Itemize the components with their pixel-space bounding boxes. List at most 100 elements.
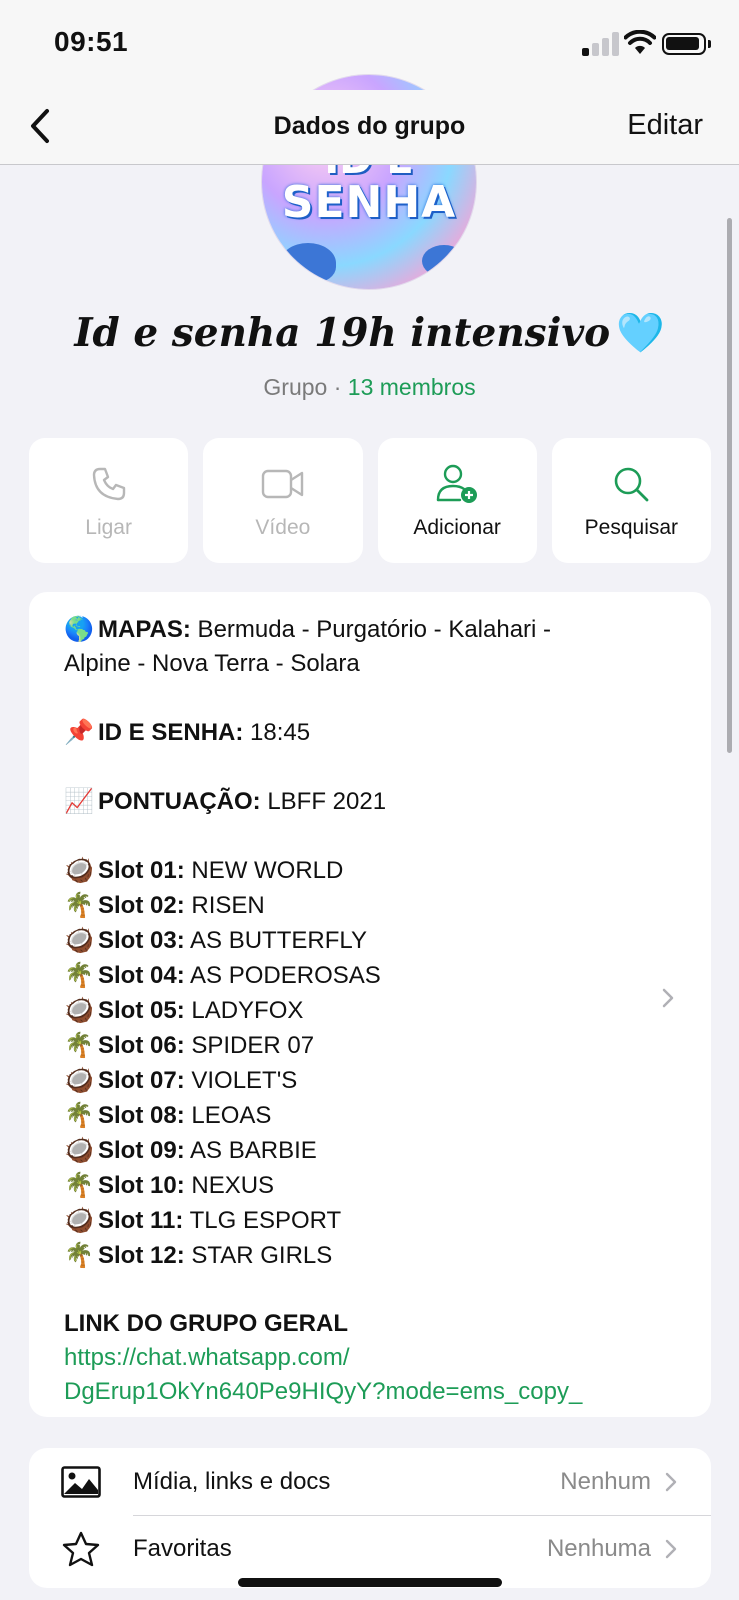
slot-team: SPIDER 07	[184, 1032, 315, 1059]
id-value: 18:45	[243, 719, 311, 746]
slot-row: 🥥 Slot 07: VIOLET'S	[64, 1063, 676, 1098]
chevron-right-icon	[665, 1539, 677, 1558]
slot-label: Slot 05:	[98, 997, 185, 1024]
slot-team: RISEN	[184, 892, 265, 919]
slot-label: Slot 10:	[98, 1172, 185, 1199]
video-button[interactable]: Vídeo	[203, 438, 363, 563]
phone-icon	[92, 467, 125, 500]
slot-label: Slot 02:	[98, 892, 185, 919]
signal-icon	[582, 32, 622, 56]
maps-line: 🌎 MAPAS: Bermuda - Purgatório - Kalahari …	[64, 612, 676, 647]
palm-tree-icon: 🌴	[64, 1171, 94, 1199]
members-link[interactable]: 13 membros	[348, 374, 476, 400]
slot-label: Slot 01:	[98, 857, 185, 884]
coconut-icon: 🥥	[64, 1206, 94, 1234]
slot-label: Slot 07:	[98, 1067, 185, 1094]
palm-tree-icon: 🌴	[64, 1101, 94, 1129]
slot-label: Slot 08:	[98, 1102, 185, 1129]
id-label: ID E SENHA:	[98, 719, 244, 746]
star-icon	[62, 1531, 100, 1566]
group-description[interactable]: 🌎 MAPAS: Bermuda - Purgatório - Kalahari …	[29, 592, 711, 1417]
chevron-right-icon[interactable]	[661, 987, 675, 1009]
coconut-icon: 🥥	[64, 1136, 94, 1164]
score-label: PONTUAÇÃO:	[98, 788, 261, 815]
maps-value: Bermuda - Purgatório - Kalahari -	[190, 616, 552, 643]
wifi-icon	[624, 30, 656, 54]
slot-label: Slot 04:	[98, 962, 185, 989]
coconut-icon: 🥥	[64, 996, 94, 1024]
starred-count: Nenhuma	[546, 1534, 651, 1562]
media-count: Nenhum	[560, 1467, 651, 1495]
slot-team: TLG ESPORT	[183, 1207, 342, 1234]
slot-team: AS BARBIE	[184, 1137, 317, 1164]
coconut-icon: 🥥	[64, 1066, 94, 1094]
video-camera-icon	[261, 469, 304, 498]
maps-line-2: Alpine - Nova Terra - Solara	[64, 650, 360, 677]
slot-team: AS BUTTERFLY	[184, 927, 367, 954]
slot-row: 🌴 Slot 10: NEXUS	[64, 1168, 676, 1203]
slot-row: 🥥 Slot 05: LADYFOX	[64, 993, 676, 1028]
slot-team: AS PODEROSAS	[184, 962, 381, 989]
slot-team: VIOLET'S	[184, 1067, 298, 1094]
slot-row: 🥥 Slot 03: AS BUTTERFLY	[64, 923, 676, 958]
call-button[interactable]: Ligar	[29, 438, 189, 563]
palm-tree-icon: 🌴	[64, 1031, 94, 1059]
video-label: Vídeo	[255, 515, 311, 539]
add-person-icon	[436, 464, 478, 503]
group-subtitle: Grupo · 13 membros	[0, 374, 739, 401]
slot-label: Slot 03:	[98, 927, 185, 954]
image-icon	[61, 1465, 101, 1498]
group-name: Id e senha 19h intensivo 🩵	[0, 310, 739, 356]
slot-team: NEW WORLD	[184, 857, 344, 884]
score-line: 📈 PONTUAÇÃO: LBFF 2021	[64, 784, 676, 819]
coconut-icon: 🥥	[64, 856, 94, 884]
search-label: Pesquisar	[584, 515, 679, 539]
avatar-character	[422, 245, 466, 277]
home-indicator[interactable]	[238, 1578, 502, 1587]
group-info-list: Mídia, links e docs Nenhum Favoritas Nen…	[29, 1448, 711, 1588]
scrollbar[interactable]	[727, 218, 732, 753]
slot-row: 🥥 Slot 01: NEW WORLD	[64, 853, 676, 888]
slot-row: 🌴 Slot 02: RISEN	[64, 888, 676, 923]
maps-label: MAPAS:	[98, 616, 191, 643]
avatar-text-main: SENHA	[281, 177, 457, 228]
group-type: Grupo	[263, 374, 328, 400]
score-value: LBFF 2021	[260, 788, 387, 815]
slot-row: 🥥 Slot 11: TLG ESPORT	[64, 1203, 676, 1238]
palm-tree-icon: 🌴	[64, 961, 94, 989]
slot-team: STAR GIRLS	[184, 1242, 333, 1269]
slot-label: Slot 06:	[98, 1032, 185, 1059]
chart-increasing-icon: 📈	[64, 787, 94, 815]
slot-team: LEOAS	[184, 1102, 272, 1129]
media-label: Mídia, links e docs	[133, 1467, 331, 1495]
group-link-line-2[interactable]: DgErup1OkYn640Pe9HIQyY?mode=ems_copy_	[64, 1375, 676, 1409]
slot-row: 🌴 Slot 04: AS PODEROSAS	[64, 958, 676, 993]
coconut-icon: 🥥	[64, 926, 94, 954]
id-line: 📌 ID E SENHA: 18:45	[64, 715, 676, 750]
edit-button[interactable]: Editar	[627, 109, 703, 142]
search-icon	[615, 467, 649, 501]
group-link-line-1[interactable]: https://chat.whatsapp.com/	[64, 1341, 676, 1375]
slot-label: Slot 11:	[98, 1207, 184, 1234]
starred-label: Favoritas	[133, 1534, 232, 1562]
heart-icon: 🩵	[616, 310, 665, 356]
avatar-character	[280, 243, 336, 283]
subtitle-separator: ·	[327, 374, 348, 400]
search-button[interactable]: Pesquisar	[551, 438, 711, 563]
chevron-right-icon	[665, 1472, 677, 1491]
add-member-label: Adicionar	[413, 515, 501, 539]
globe-icon: 🌎	[64, 615, 94, 643]
add-member-button[interactable]: Adicionar	[377, 438, 537, 563]
status-time: 09:51	[54, 26, 129, 57]
slot-row: 🌴 Slot 08: LEOAS	[64, 1098, 676, 1133]
call-label: Ligar	[85, 515, 132, 539]
link-title-text: LINK DO GRUPO GERAL	[64, 1310, 349, 1337]
slot-label: Slot 09:	[98, 1137, 185, 1164]
link-title: LINK DO GRUPO GERAL	[64, 1307, 676, 1341]
action-buttons: Ligar Vídeo Adicionar Pesquisar	[29, 438, 711, 563]
slot-team: LADYFOX	[184, 997, 304, 1024]
starred-messages-row[interactable]: Favoritas Nenhuma	[29, 1515, 711, 1582]
media-links-docs-row[interactable]: Mídia, links e docs Nenhum	[29, 1448, 711, 1516]
slot-row: 🌴 Slot 12: STAR GIRLS	[64, 1238, 676, 1273]
navigation-bar: Dados do grupo Editar	[0, 90, 739, 165]
